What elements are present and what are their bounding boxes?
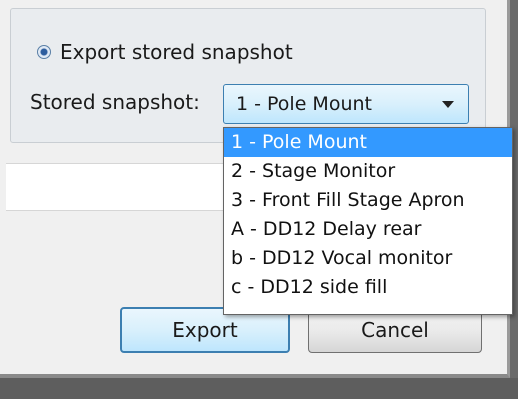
export-stored-snapshot-radio-row[interactable]: Export stored snapshot — [37, 40, 293, 64]
stored-snapshot-value: 1 - Pole Mount — [236, 93, 372, 115]
dropdown-option[interactable]: A - DD12 Delay rear — [224, 215, 512, 244]
dropdown-option[interactable]: b - DD12 Vocal monitor — [224, 244, 512, 273]
snapshot-dropdown-list[interactable]: 1 - Pole Mount 2 - Stage Monitor 3 - Fro… — [223, 127, 513, 315]
stored-snapshot-label: Stored snapshot: — [30, 90, 200, 114]
radio-selected-icon[interactable] — [37, 45, 51, 59]
export-stored-snapshot-label: Export stored snapshot — [60, 40, 293, 64]
background-window-edge — [0, 378, 518, 399]
dropdown-option[interactable]: 3 - Front Fill Stage Apron — [224, 186, 512, 215]
dropdown-option[interactable]: c - DD12 side fill — [224, 273, 512, 302]
dropdown-option[interactable]: 2 - Stage Monitor — [224, 157, 512, 186]
chevron-down-icon[interactable] — [442, 101, 454, 108]
dropdown-option[interactable]: 1 - Pole Mount — [224, 128, 512, 157]
stored-snapshot-select[interactable]: 1 - Pole Mount — [223, 84, 469, 124]
